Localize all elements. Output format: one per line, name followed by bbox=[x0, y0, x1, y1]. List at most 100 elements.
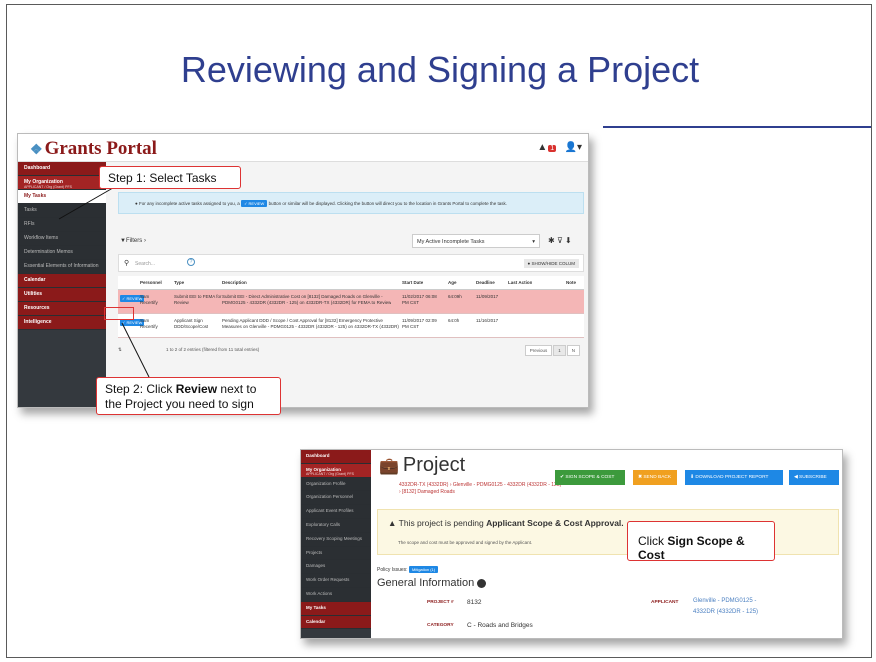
applicant-link[interactable]: Glenville - PDMG0125 - 4332DR (4332DR - … bbox=[693, 596, 758, 618]
project-sidebar-item[interactable]: Dashboard bbox=[301, 450, 371, 464]
settings-icon[interactable]: ✱ bbox=[548, 236, 555, 245]
pager-next[interactable]: N bbox=[566, 345, 580, 356]
help-icon[interactable]: ? bbox=[187, 258, 195, 266]
project-sidebar-item-label: Recovery Scoping Meetings bbox=[306, 535, 363, 541]
info-icon: ● bbox=[135, 201, 138, 206]
applicant-line2: 4332DR (4332DR - 125) bbox=[693, 609, 759, 615]
column-header[interactable]: Start Date bbox=[402, 280, 423, 286]
start-line: PM CST bbox=[402, 300, 420, 305]
pager-page[interactable]: 1 bbox=[553, 345, 566, 356]
project-sidebar-item[interactable]: Organization Personnel bbox=[301, 491, 371, 506]
send-back-button[interactable]: ✖ SEND BACK bbox=[633, 470, 677, 485]
deadline-cell: 11/09/2017 bbox=[476, 294, 499, 299]
age-cell: 64:09h bbox=[448, 294, 462, 299]
project-sidebar: Dashboard My Organization APPLICANT / Org … bbox=[301, 450, 371, 638]
logo-mark-icon: ❖ bbox=[30, 143, 43, 158]
filter-icon[interactable]: ⊽ bbox=[557, 236, 563, 245]
bell-icon[interactable]: ▲ bbox=[537, 142, 547, 153]
project-sidebar-item[interactable]: Calendar bbox=[301, 615, 371, 630]
project-sidebar-item[interactable]: Work Actions bbox=[301, 587, 371, 602]
show-hide-columns-button[interactable]: ● SHOW/HIDE COLUM bbox=[523, 259, 579, 268]
column-header[interactable]: Last Action bbox=[508, 280, 532, 286]
column-header[interactable]: Age bbox=[448, 280, 457, 286]
header-icons: ▲ 1 👤▾ bbox=[537, 142, 582, 153]
step1-prefix: Step 1: Select bbox=[108, 171, 186, 185]
pager-previous[interactable]: Previous bbox=[524, 345, 553, 356]
policy-label: Policy Issues: bbox=[377, 567, 408, 573]
column-header[interactable]: Personnel bbox=[140, 280, 162, 286]
project-sidebar-item-label: Applicant Event Profiles bbox=[306, 508, 354, 514]
project-sidebar-item[interactable]: Projects bbox=[301, 546, 371, 561]
breadcrumb-line1[interactable]: 4332DR-TX (4332DR) › Glenville - PDMG012… bbox=[399, 482, 561, 489]
sidebar-item[interactable]: RFIs bbox=[18, 218, 106, 232]
page-length-icon[interactable]: ⇅ bbox=[118, 347, 122, 353]
project-sidebar-item[interactable]: Damages bbox=[301, 560, 371, 575]
sidebar-item[interactable]: My Organization APPLICANT / Org (Grant) P… bbox=[18, 176, 106, 190]
step2-prefix: Step 2: Click bbox=[105, 382, 176, 396]
sidebar-item[interactable]: Essential Elements of Information bbox=[18, 260, 106, 274]
filters-toggle[interactable]: ▼Filters › bbox=[120, 238, 146, 244]
project-sidebar-item[interactable]: Applicant Event Profiles bbox=[301, 505, 371, 519]
task-filter-select[interactable]: My Active Incomplete Tasks ▾ bbox=[412, 234, 540, 248]
general-info-heading: General Information bbox=[377, 577, 487, 589]
review-highlight bbox=[104, 307, 134, 320]
sidebar-item[interactable]: Intelligence bbox=[18, 316, 106, 330]
start-cell: 11/09/2017 02:09 PM CST bbox=[402, 318, 437, 330]
breadcrumb-line2[interactable]: › [8132] Damaged Roads bbox=[399, 489, 561, 496]
edit-icon[interactable] bbox=[477, 578, 487, 588]
policy-tag[interactable]: Mitigation (1) bbox=[408, 566, 439, 573]
project-sidebar-item-sublabel: APPLICANT / Org (Grant) PFS bbox=[306, 471, 354, 476]
project-sidebar-item[interactable]: My Tasks bbox=[301, 601, 371, 616]
sidebar-item[interactable]: Resources bbox=[18, 302, 106, 316]
banner-text: The scope and cost must be approved and … bbox=[398, 540, 533, 545]
project-sidebar-item-label: Calendar bbox=[306, 618, 326, 624]
sidebar-item[interactable]: Tasks bbox=[18, 204, 106, 218]
download-report-button[interactable]: ⬇ DOWNLOAD PROJECT REPORT bbox=[685, 470, 783, 485]
project-sidebar-item[interactable]: Work Order Requests bbox=[301, 574, 371, 588]
start-cell: 11/02/2017 06:08 PM CST bbox=[402, 294, 437, 306]
pagination: Previous 1 N bbox=[524, 345, 580, 356]
download-icon[interactable]: ⬇ bbox=[565, 236, 572, 245]
sidebar-item[interactable]: Dashboard bbox=[18, 162, 106, 176]
entries-info: 1 to 2 of 2 entries (filtered from 11 to… bbox=[166, 347, 260, 352]
step3-prefix: Click bbox=[638, 534, 668, 548]
sidebar-item[interactable]: Workflow Items bbox=[18, 232, 106, 246]
sidebar-item[interactable]: Calendar bbox=[18, 274, 106, 288]
column-header[interactable]: Deadline bbox=[476, 280, 495, 286]
project-sidebar-item-label: Damages bbox=[306, 563, 326, 569]
type-cell: Applicant Sign DDD/Scope/Cost bbox=[174, 318, 208, 330]
column-header[interactable]: Type bbox=[174, 280, 184, 286]
sidebar-item-label: Resources bbox=[24, 305, 50, 311]
project-sidebar-item-label: Exploratory Calls bbox=[306, 521, 341, 527]
title-rule bbox=[603, 126, 871, 128]
column-header[interactable]: Description bbox=[222, 280, 247, 286]
project-sidebar-item[interactable]: Recovery Scoping Meetings bbox=[301, 532, 371, 547]
project-sidebar-item[interactable]: Organization Profile bbox=[301, 477, 371, 492]
sign-scope-cost-button[interactable]: ✔ SIGN SCOPE & COST bbox=[555, 470, 625, 485]
sidebar-item[interactable]: Utilities bbox=[18, 288, 106, 302]
table-header: Personnel Type Description Start Date Age Dea… bbox=[118, 276, 584, 290]
project-sidebar-item[interactable]: Exploratory Calls bbox=[301, 518, 371, 533]
project-sidebar-item-label: Organization Profile bbox=[306, 480, 346, 486]
sidebar-item-label: Utilities bbox=[24, 291, 43, 297]
search-input[interactable]: Search... bbox=[135, 261, 155, 267]
project-breadcrumb: 4332DR-TX (4332DR) › Glenville - PDMG012… bbox=[399, 482, 561, 496]
start-line: PM CST bbox=[402, 324, 420, 329]
tasks-table: Personnel Type Description Start Date Age Dea… bbox=[118, 276, 584, 338]
project-sidebar-item-label: Work Actions bbox=[306, 590, 333, 596]
project-sidebar-item[interactable]: My Organization APPLICANT / Org (Grant) P… bbox=[301, 463, 371, 478]
sidebar-item-label: Determination Memos bbox=[24, 249, 73, 255]
subscribe-button[interactable]: ◀ SUBSCRIBE bbox=[789, 470, 839, 485]
info-text-after: button or similar will be displayed. Cli… bbox=[268, 201, 507, 206]
portal-logo[interactable]: ❖ Grants Portal bbox=[30, 138, 157, 160]
sidebar-item[interactable]: Determination Memos bbox=[18, 246, 106, 260]
chevron-down-icon: ▾ bbox=[532, 239, 535, 245]
portal-sidebar: Dashboard My Organization APPLICANT / Org … bbox=[18, 162, 106, 407]
user-menu-icon[interactable]: 👤▾ bbox=[565, 142, 582, 153]
column-header[interactable]: Note bbox=[566, 280, 576, 286]
banner-bold: Applicant Scope & Cost Approval. bbox=[486, 518, 624, 528]
sidebar-item[interactable]: My Tasks bbox=[18, 190, 106, 204]
briefcase-icon: 💼 bbox=[379, 458, 399, 475]
personnel-line: Recertify bbox=[140, 300, 158, 305]
project-number-value: 8132 bbox=[467, 599, 482, 606]
